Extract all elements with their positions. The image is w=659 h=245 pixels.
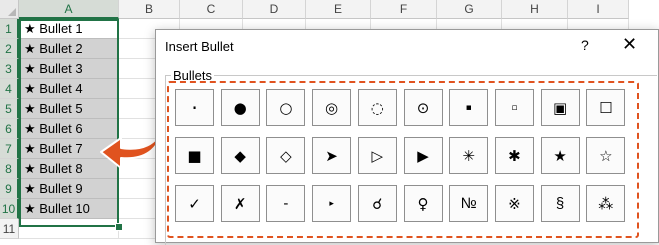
bullet-option-r2-c4[interactable]: ➤ bbox=[312, 137, 352, 174]
bullet-option-r1-c9[interactable]: ▣ bbox=[540, 89, 580, 126]
bullet-option-r2-c1[interactable]: ■ bbox=[175, 137, 214, 174]
bullet-option-r3-c10[interactable]: ⁂ bbox=[586, 185, 626, 222]
bullet-cell-a5[interactable]: ★ Bullet 5 bbox=[19, 99, 119, 119]
column-header-f[interactable]: F bbox=[371, 0, 437, 19]
bullet-option-r1-c1[interactable]: · bbox=[175, 89, 214, 126]
column-header-c[interactable]: C bbox=[180, 0, 243, 19]
row-header-3[interactable]: 3 bbox=[0, 59, 19, 79]
bullet-option-r2-c2[interactable]: ◆ bbox=[220, 137, 260, 174]
bullet-option-r3-c5[interactable]: ☌ bbox=[357, 185, 397, 222]
bullet-option-r2-c9[interactable]: ★ bbox=[540, 137, 580, 174]
bullet-option-r3-c7[interactable]: № bbox=[449, 185, 489, 222]
row-header-4[interactable]: 4 bbox=[0, 79, 19, 99]
close-icon[interactable]: ✕ bbox=[622, 34, 637, 54]
bullet-option-r2-c10[interactable]: ☆ bbox=[586, 137, 626, 174]
dialog-title: Insert Bullet bbox=[165, 39, 234, 54]
bullet-option-r3-c6[interactable]: ♀ bbox=[403, 185, 443, 222]
bullet-option-r2-c3[interactable]: ◇ bbox=[266, 137, 306, 174]
select-all-corner[interactable] bbox=[0, 0, 19, 19]
bullet-option-r2-c7[interactable]: ✳ bbox=[449, 137, 489, 174]
column-header-a[interactable]: A bbox=[19, 0, 119, 19]
bullet-option-r3-c3[interactable]: - bbox=[266, 185, 306, 222]
bullet-cell-a2[interactable]: ★ Bullet 2 bbox=[19, 39, 119, 59]
bullet-cell-a10[interactable]: ★ Bullet 10 bbox=[19, 199, 119, 219]
bullet-option-r1-c2[interactable]: ● bbox=[220, 89, 260, 126]
bullet-option-r2-c5[interactable]: ▷ bbox=[357, 137, 397, 174]
column-header-h[interactable]: H bbox=[502, 0, 568, 19]
bullet-cell-a4[interactable]: ★ Bullet 4 bbox=[19, 79, 119, 99]
bullet-option-r1-c7[interactable]: ▪ bbox=[449, 89, 489, 126]
bullet-option-r1-c3[interactable]: ○ bbox=[266, 89, 306, 126]
row-header-7[interactable]: 7 bbox=[0, 139, 19, 159]
row-header-5[interactable]: 5 bbox=[0, 99, 19, 119]
fill-handle[interactable] bbox=[115, 223, 123, 231]
column-header-g[interactable]: G bbox=[437, 0, 502, 19]
insert-bullet-dialog: Insert Bullet ? ✕ Bullets · ● ○ ◎ ◌ ⊙ ▪ ▫ ▣ ☐ ■ ◆ ◇ ➤… bbox=[155, 29, 659, 245]
bullet-option-r1-c10[interactable]: ☐ bbox=[586, 89, 626, 126]
column-header-d[interactable]: D bbox=[243, 0, 306, 19]
row-header-6[interactable]: 6 bbox=[0, 119, 19, 139]
bullet-option-r3-c4[interactable]: ▸ bbox=[312, 185, 352, 222]
bullet-option-r3-c1[interactable]: ✓ bbox=[175, 185, 214, 222]
bullet-option-r1-c6[interactable]: ⊙ bbox=[403, 89, 443, 126]
bullet-cell-a1[interactable]: ★ Bullet 1 bbox=[19, 19, 119, 39]
bullet-option-r3-c8[interactable]: ※ bbox=[494, 185, 534, 222]
column-header-i[interactable]: I bbox=[568, 0, 629, 19]
bullet-option-r2-c6[interactable]: ▶ bbox=[403, 137, 443, 174]
cell[interactable] bbox=[19, 219, 119, 239]
bullet-option-r1-c4[interactable]: ◎ bbox=[312, 89, 352, 126]
bullet-option-r3-c2[interactable]: ✗ bbox=[220, 185, 260, 222]
column-header-e[interactable]: E bbox=[306, 0, 371, 19]
row-header-2[interactable]: 2 bbox=[0, 39, 19, 59]
row-header-8[interactable]: 8 bbox=[0, 159, 19, 179]
row-header-1[interactable]: 1 bbox=[0, 19, 19, 39]
column-header-b[interactable]: B bbox=[119, 0, 180, 19]
bullet-option-r2-c8[interactable]: ✱ bbox=[494, 137, 534, 174]
row-header-9[interactable]: 9 bbox=[0, 179, 19, 199]
bullet-option-r1-c8[interactable]: ▫ bbox=[494, 89, 534, 126]
help-button[interactable]: ? bbox=[581, 37, 589, 53]
bullet-cell-a9[interactable]: ★ Bullet 9 bbox=[19, 179, 119, 199]
bullet-option-r1-c5[interactable]: ◌ bbox=[357, 89, 397, 126]
row-header-10[interactable]: 10 bbox=[0, 199, 19, 219]
bullet-option-r3-c9[interactable]: § bbox=[540, 185, 580, 222]
row-header-11[interactable]: 11 bbox=[0, 219, 19, 239]
bullet-cell-a3[interactable]: ★ Bullet 3 bbox=[19, 59, 119, 79]
